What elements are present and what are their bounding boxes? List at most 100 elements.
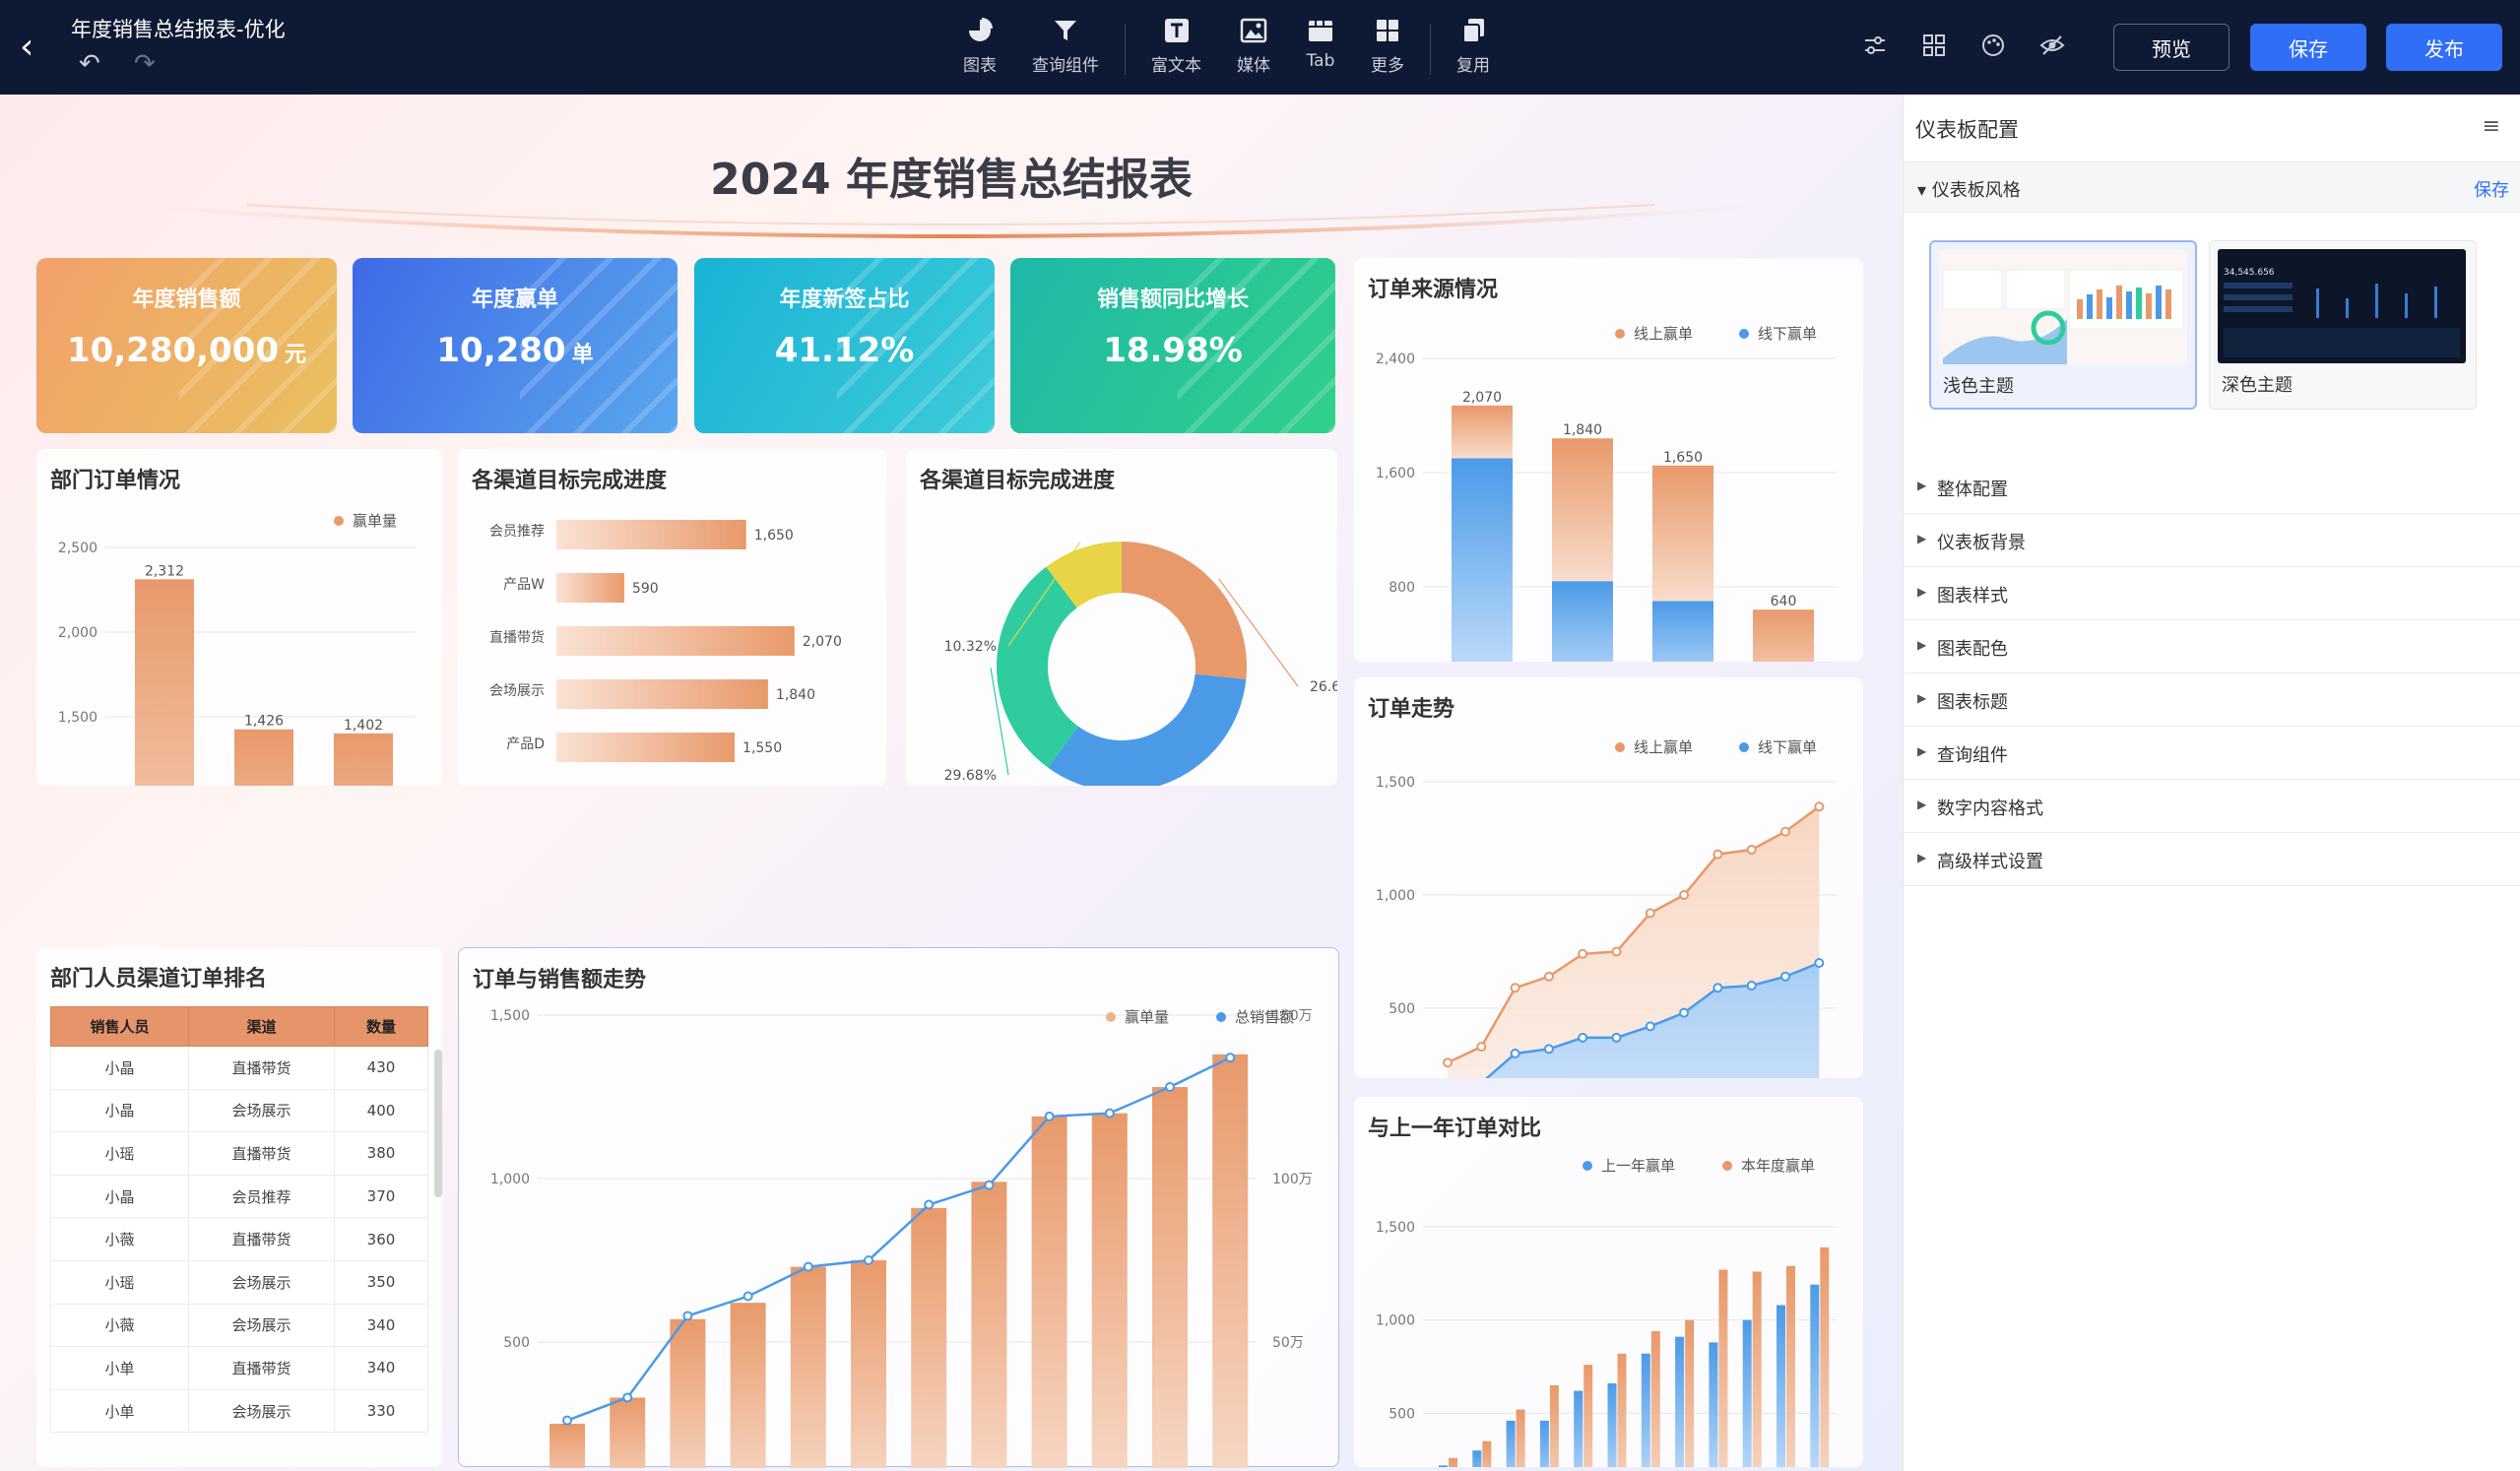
- data-point: [1746, 981, 1757, 991]
- table-cell: 小晶: [50, 1046, 189, 1090]
- eye-off-icon[interactable]: [2036, 30, 2068, 61]
- table-row[interactable]: 小薇 会场展示 340: [50, 1303, 428, 1348]
- table-row[interactable]: 小瑶 会场展示 350: [50, 1259, 428, 1305]
- bar: [334, 733, 393, 786]
- tool-more[interactable]: 更多: [1353, 16, 1422, 76]
- table-row[interactable]: 小瑶 直播带货 380: [50, 1131, 428, 1176]
- column-header[interactable]: 渠道: [188, 1006, 335, 1047]
- section-label: ▾ 仪表板风格: [1917, 180, 2021, 201]
- section-dashboard-style[interactable]: ▾ 仪表板风格 保存: [1904, 161, 2520, 213]
- chevron-left-icon[interactable]: ‹: [20, 28, 55, 67]
- config-item[interactable]: ▶ 图表样式: [1904, 567, 2520, 620]
- bar-this-year: [1718, 1269, 1728, 1467]
- bar-this-year: [1583, 1365, 1593, 1467]
- tool-chart[interactable]: 图表: [945, 16, 1014, 76]
- theme-name: 浅色主题: [1943, 376, 2014, 397]
- kpi-new-sign-ratio[interactable]: 年度新签占比 41.12%: [694, 258, 995, 433]
- toolbar: 图表 查询组件 富文本 媒体 Tab 更多 复用: [945, 16, 1508, 85]
- card-order-source[interactable]: 订单来源情况 08001,6002,400线上赢单线下赢单2,070直播带货1,…: [1354, 258, 1863, 662]
- tool-query[interactable]: 查询组件: [1014, 16, 1117, 76]
- table-cell: 370: [334, 1174, 428, 1219]
- bar-online: [1652, 465, 1713, 602]
- sliders-icon[interactable]: [1859, 30, 1891, 61]
- config-item-label: 高级样式设置: [1937, 852, 2043, 872]
- config-item-label: 整体配置: [1937, 480, 2008, 500]
- tool-media[interactable]: 媒体: [1219, 16, 1288, 76]
- config-item[interactable]: ▶ 高级样式设置: [1904, 833, 2520, 886]
- redo-icon[interactable]: ↷: [134, 49, 156, 79]
- data-label: 1,426: [244, 714, 284, 730]
- layout-icon[interactable]: [1918, 30, 1950, 61]
- config-item[interactable]: ▶ 图表标题: [1904, 673, 2520, 727]
- tool-tab[interactable]: Tab: [1288, 16, 1353, 71]
- column-header[interactable]: 销售人员: [50, 1006, 189, 1047]
- data-label: 2,070: [803, 634, 842, 650]
- bar-online: [1452, 405, 1513, 459]
- card-order-sales[interactable]: 订单与销售额走势 05001,0001,5000万50万100万150万赢单量总…: [458, 947, 1339, 1468]
- card-yoy[interactable]: 与上一年订单对比 05001,0001,500上一年赢单本年度赢单1月3月5月7…: [1354, 1097, 1863, 1467]
- legend-label: 赢单量: [1125, 1008, 1169, 1026]
- card-dept-orders[interactable]: 部门订单情况 05001,0001,5002,0002,500赢单量2,312市…: [36, 449, 442, 786]
- data-label: 1,402: [344, 718, 383, 734]
- preview-button[interactable]: 预览: [2113, 24, 2229, 71]
- undo-icon[interactable]: ↶: [79, 49, 100, 79]
- config-item[interactable]: ▶ 查询组件: [1904, 727, 2520, 780]
- dashboard-canvas: 2024 年度销售总结报表 年度销售额 10,280,000元 年度赢单 10,…: [0, 95, 1903, 1471]
- card-ranking[interactable]: 部门人员渠道订单排名 销售人员 渠道 数量 小晶 直播带货 430 小晶 会场展示 400…: [36, 947, 442, 1467]
- section-save-link[interactable]: 保存: [2474, 176, 2509, 202]
- card-order-trend[interactable]: 订单走势 05001,0001,500线上赢单线下赢单1月3月5月7月9月11月: [1354, 677, 1863, 1078]
- data-point: [1712, 983, 1723, 993]
- card-channel-donut[interactable]: 各渠道目标完成进度 26.61%33.39%29.68%10.32%会员推荐直播…: [906, 449, 1337, 786]
- table-row[interactable]: 小薇 直播带货 360: [50, 1217, 428, 1261]
- config-item[interactable]: ▶ 仪表板背景: [1904, 514, 2520, 567]
- data-point: [1165, 1082, 1175, 1093]
- menu-icon[interactable]: ≡: [2483, 114, 2500, 139]
- table-row[interactable]: 小单 直播带货 340: [50, 1346, 428, 1390]
- config-item[interactable]: ▶ 图表配色: [1904, 620, 2520, 673]
- config-item[interactable]: ▶ 整体配置: [1904, 461, 2520, 514]
- data-label: 2,070: [1462, 390, 1502, 406]
- bar-last-year: [1709, 1342, 1718, 1467]
- bar-this-year: [1482, 1440, 1492, 1467]
- table-scrollbar[interactable]: [434, 1050, 442, 1197]
- bar-last-year: [1810, 1284, 1820, 1467]
- table-row[interactable]: 小晶 直播带货 430: [50, 1046, 428, 1090]
- data-point: [1746, 845, 1757, 855]
- theme-dark[interactable]: 34,545.656 深色主题: [2209, 240, 2477, 410]
- card-channel-bar[interactable]: 各渠道目标完成进度 05001,0001,5002,0002,500会员推荐1,…: [458, 449, 886, 786]
- tool-reuse[interactable]: 复用: [1439, 16, 1508, 76]
- section-title: 仪表板风格: [1931, 180, 2021, 201]
- bar: [1212, 1054, 1249, 1468]
- tool-richtext[interactable]: 富文本: [1133, 16, 1219, 76]
- column-header[interactable]: 数量: [334, 1006, 428, 1047]
- table-row[interactable]: 小晶 会场展示 400: [50, 1088, 428, 1133]
- data-label: 1,650: [754, 528, 794, 544]
- publish-button[interactable]: 发布: [2386, 24, 2502, 71]
- y-category-label: 产品D: [506, 736, 545, 752]
- theme-light[interactable]: 浅色主题: [1929, 240, 2197, 410]
- save-button[interactable]: 保存: [2250, 24, 2366, 71]
- data-point: [1543, 971, 1554, 982]
- table-cell: 340: [334, 1303, 428, 1348]
- caret-right-icon: ▶: [1917, 532, 1927, 545]
- data-point: [1611, 946, 1622, 957]
- palette-icon[interactable]: [1977, 30, 2009, 61]
- kpi-yoy-growth[interactable]: 销售额同比增长 18.98%: [1010, 258, 1335, 433]
- data-label: 640: [1771, 594, 1797, 609]
- table-row[interactable]: 小晶 会员推荐 370: [50, 1174, 428, 1219]
- data-point: [1476, 1042, 1487, 1053]
- data-point: [1814, 958, 1825, 968]
- table-row[interactable]: 小单 会场展示 330: [50, 1388, 428, 1434]
- config-item[interactable]: ▶ 数字内容格式: [1904, 780, 2520, 833]
- data-point: [682, 1311, 693, 1321]
- kpi-annual-wins[interactable]: 年度赢单 10,280单: [353, 258, 678, 433]
- y-category-label: 会场展示: [489, 683, 545, 699]
- document-title: 年度销售总结报表-优化: [71, 18, 286, 41]
- bar-offline: [1652, 601, 1713, 662]
- data-point: [1510, 1049, 1520, 1058]
- table-cell: 会场展示: [188, 1259, 335, 1305]
- data-point: [1712, 849, 1723, 860]
- data-point: [924, 1199, 935, 1210]
- kpi-annual-sales[interactable]: 年度销售额 10,280,000元: [36, 258, 337, 433]
- pie-chart-icon: [965, 16, 995, 45]
